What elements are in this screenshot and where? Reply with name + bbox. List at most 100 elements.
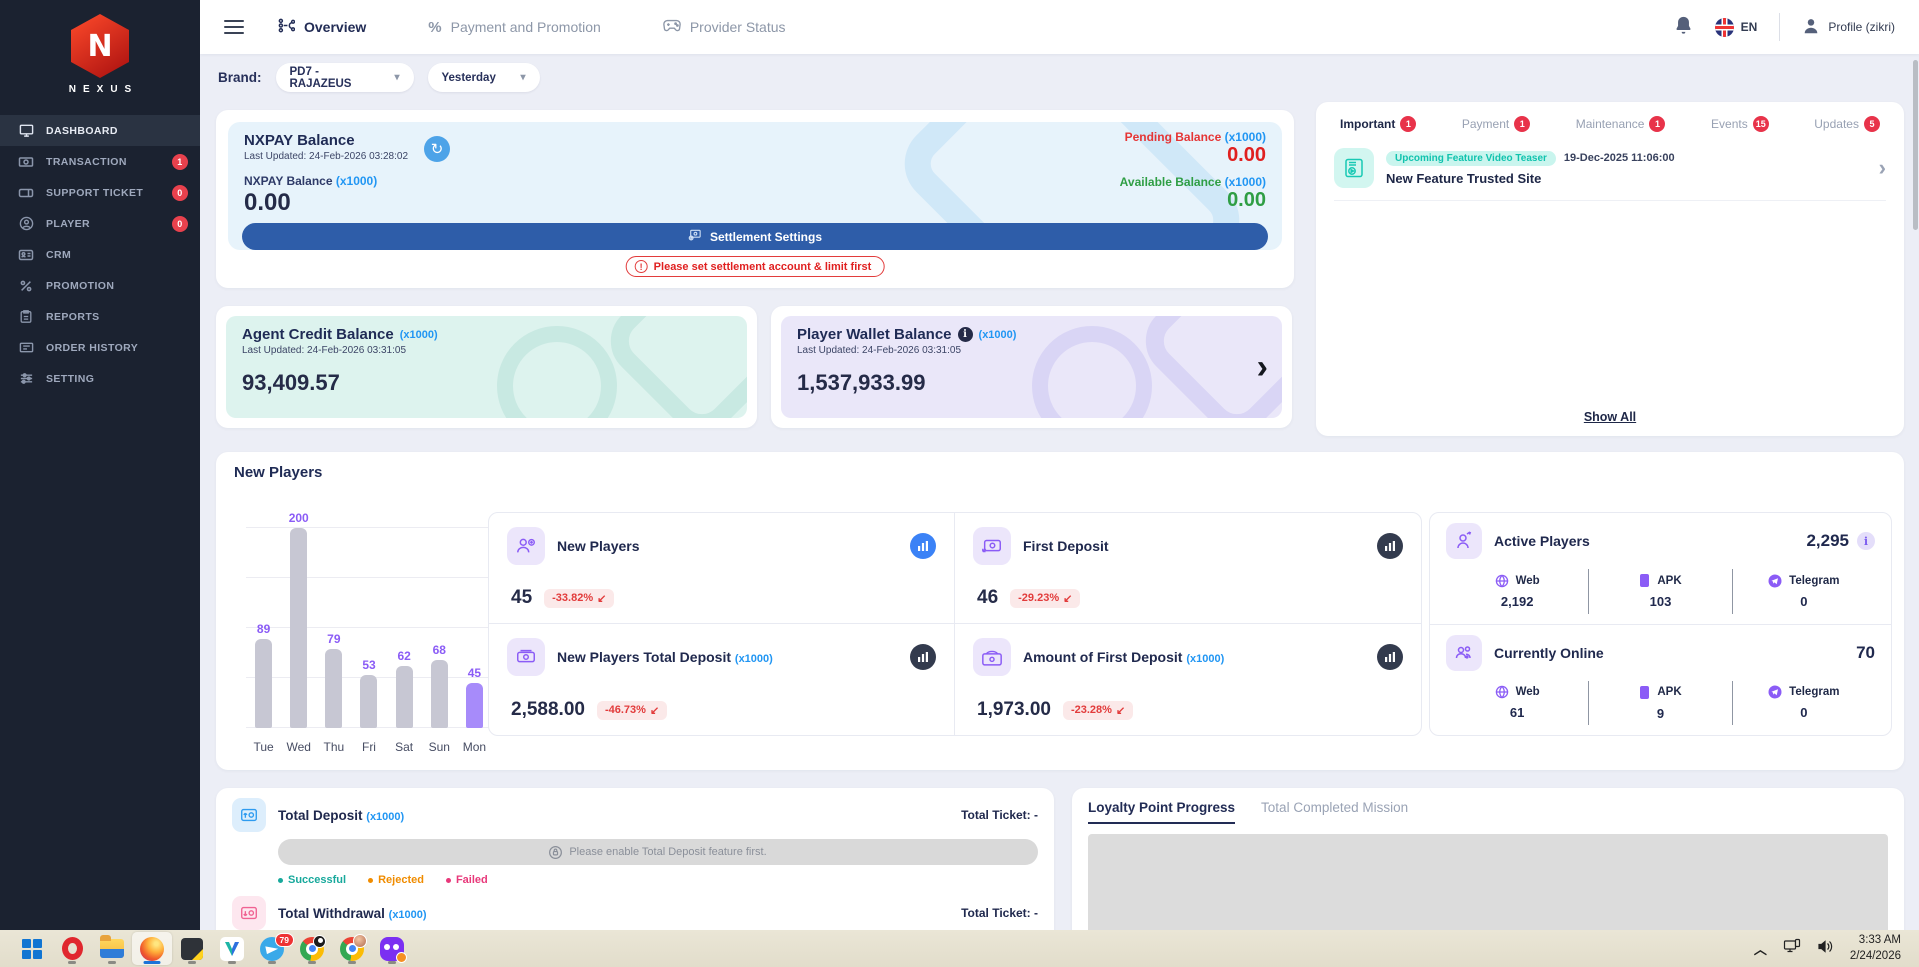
tab-important[interactable]: Important 1: [1340, 116, 1417, 132]
decorative-shape: [595, 316, 747, 418]
main-content: Brand: PD7 - RAJAZEUS ▾ Yesterday ▾ NXPA…: [200, 54, 1919, 930]
bar[interactable]: [395, 666, 413, 728]
platform-name: Web: [1515, 574, 1540, 587]
tab-label: Provider Status: [689, 19, 786, 35]
multiplier-label: (x1000): [734, 653, 773, 665]
scrollbar[interactable]: [1913, 60, 1918, 230]
start-button[interactable]: [12, 932, 52, 965]
sidebar-item-order-history[interactable]: ORDER HISTORY: [0, 332, 200, 363]
totals-card: Total Deposit (x1000) Total Ticket: - Pl…: [216, 788, 1054, 930]
topbar-right: EN Profile (zikri): [1674, 13, 1895, 41]
tab-maintenance[interactable]: Maintenance 1: [1576, 116, 1666, 132]
tab-provider-status[interactable]: Provider Status: [663, 19, 786, 35]
tab-updates[interactable]: Updates 5: [1814, 116, 1880, 132]
chart-toggle-button[interactable]: [1377, 533, 1403, 559]
bar[interactable]: [430, 660, 448, 728]
chevron-glyph: ›: [1256, 348, 1268, 386]
bar-value-label: 79: [327, 632, 341, 646]
network-icon[interactable]: [1783, 938, 1801, 959]
legend-label: Successful: [288, 874, 347, 886]
tray-chevron-up-icon[interactable]: ︿: [1754, 939, 1767, 958]
stat-change: -23.28%: [1070, 704, 1112, 716]
tab-payment[interactable]: Payment 1: [1461, 116, 1531, 132]
bar-column: 89 Tue: [246, 498, 281, 754]
clipboard-icon: [18, 309, 34, 325]
taskbar-app-v[interactable]: [212, 932, 252, 965]
taskbar-clock[interactable]: 3:33 AM 2/24/2026: [1850, 933, 1901, 964]
taskbar-firefox[interactable]: [132, 932, 172, 965]
tab-total-completed-mission[interactable]: Total Completed Mission: [1261, 800, 1408, 815]
sidebar-item-label: PROMOTION: [46, 279, 115, 292]
profile-menu[interactable]: Profile (zikri): [1802, 17, 1895, 38]
legend-dot: [278, 877, 283, 883]
tab-payment-and-promotion[interactable]: % Payment and Promotion: [428, 19, 601, 36]
brand-select[interactable]: PD7 - RAJAZEUS ▾: [275, 63, 414, 92]
platform-value: 61: [1509, 705, 1525, 721]
chevron-right-icon[interactable]: ›: [1257, 350, 1268, 384]
sidebar-item-crm[interactable]: CRM: [0, 239, 200, 270]
bar-category-label: Sat: [395, 740, 414, 754]
players-summary-column: Active Players 2,295 i Web 2,192 APK 103…: [1429, 512, 1892, 736]
taskbar-file-explorer[interactable]: [92, 932, 132, 965]
info-icon[interactable]: i: [1857, 532, 1875, 550]
multiplier-label: (x1000): [978, 328, 1017, 341]
taskbar-notepad[interactable]: [172, 932, 212, 965]
sidebar-item-setting[interactable]: SETTING: [0, 363, 200, 394]
tab-label: Payment: [1461, 117, 1510, 131]
notification-item[interactable]: Upcoming Feature Video Teaser 19-Dec-202…: [1334, 148, 1886, 201]
bar-value-label: 89: [256, 622, 271, 636]
sidebar-item-support-ticket[interactable]: SUPPORT TICKET 0: [0, 177, 200, 208]
platform-name: APK: [1657, 686, 1682, 699]
stat-value: 2,588.00: [511, 699, 585, 720]
bar[interactable]: [325, 649, 343, 728]
sidebar-item-transaction[interactable]: TRANSACTION 1: [0, 146, 200, 177]
stat-title: Amount of First Deposit: [1023, 649, 1183, 665]
chrome-icon: [300, 934, 326, 961]
sidebar-item-dashboard[interactable]: DASHBOARD: [0, 115, 200, 146]
settlement-settings-button[interactable]: Settlement Settings: [242, 223, 1268, 250]
bar[interactable]: [360, 675, 378, 728]
tab-loyalty-point-progress[interactable]: Loyalty Point Progress: [1088, 800, 1236, 824]
multiplier-label: (x1000): [335, 174, 378, 188]
bar[interactable]: [465, 683, 483, 728]
tab-events[interactable]: Events 15: [1711, 116, 1769, 132]
notification-title: New Feature Trusted Site: [1386, 170, 1542, 186]
bar[interactable]: [255, 639, 273, 728]
period-select[interactable]: Yesterday ▾: [427, 63, 540, 92]
legend-label: Failed: [455, 874, 488, 886]
hamburger-menu-icon[interactable]: [224, 20, 244, 34]
tab-overview[interactable]: Overview: [278, 18, 366, 36]
taskbar-owl-app[interactable]: [372, 932, 412, 965]
stat-new-players-total-deposit: New Players Total Deposit (x1000) 2,588.…: [489, 624, 955, 735]
show-all-link[interactable]: Show All: [1316, 410, 1904, 424]
tab-label: Payment and Promotion: [450, 19, 601, 35]
sidebar-item-label: REPORTS: [46, 310, 100, 323]
chart-toggle-button[interactable]: [1377, 644, 1403, 670]
dashboard-app: N NEXUS DASHBOARD TRANSACTION 1 SUPPORT …: [0, 0, 1919, 967]
taskbar-chrome-profile-2[interactable]: [332, 932, 372, 965]
settlement-button-label: Settlement Settings: [709, 229, 823, 244]
sidebar-item-label: ORDER HISTORY: [46, 341, 139, 354]
taskbar-telegram[interactable]: 79: [252, 932, 294, 965]
chart-toggle-button[interactable]: [910, 533, 936, 559]
bell-icon[interactable]: [1674, 15, 1693, 40]
settlement-gear-icon: [688, 229, 702, 244]
sidebar-item-promotion[interactable]: PROMOTION: [0, 270, 200, 301]
notepad-icon: [181, 937, 203, 960]
platform-name: Telegram: [1789, 686, 1840, 699]
sidebar-item-reports[interactable]: REPORTS: [0, 301, 200, 332]
speaker-icon[interactable]: [1817, 939, 1834, 959]
brand-label: Brand:: [218, 70, 262, 85]
taskbar-chrome-profile-1[interactable]: [292, 932, 332, 965]
nxpay-title: NXPAY Balance: [244, 132, 355, 149]
flow-icon: [278, 18, 296, 36]
bar[interactable]: [290, 528, 308, 728]
sidebar-item-label: TRANSACTION: [46, 155, 127, 168]
taskbar-opera[interactable]: [52, 932, 92, 965]
info-icon[interactable]: i: [957, 327, 973, 342]
chevron-right-icon[interactable]: ›: [1879, 155, 1886, 181]
refresh-icon[interactable]: ↻: [424, 136, 451, 162]
language-selector[interactable]: EN: [1714, 17, 1757, 37]
sidebar-item-player[interactable]: PLAYER 0: [0, 208, 200, 239]
chart-toggle-button[interactable]: [910, 644, 936, 670]
